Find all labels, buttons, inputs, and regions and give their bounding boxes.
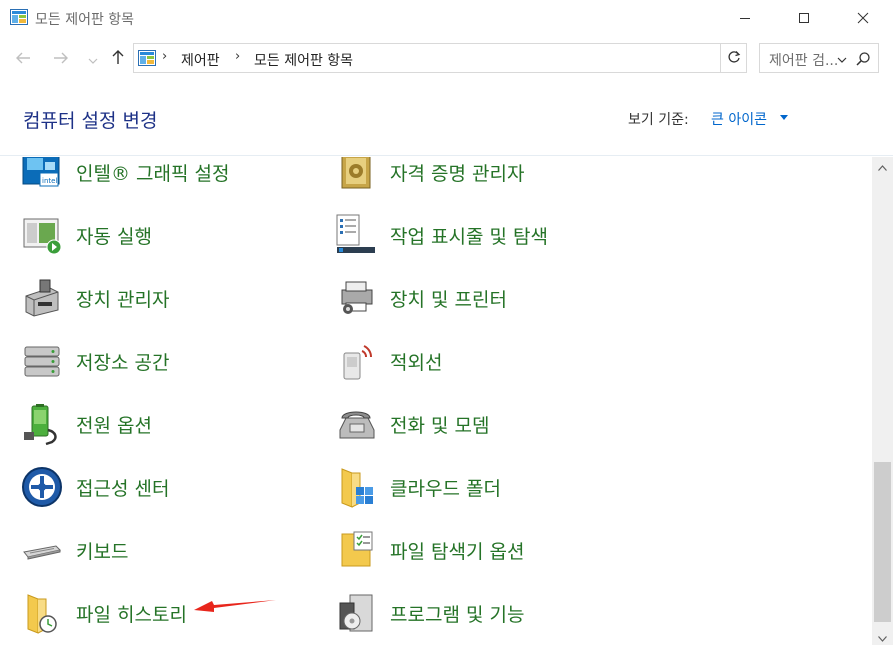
refresh-button[interactable] <box>721 43 747 73</box>
ease-of-access-icon <box>20 465 64 509</box>
item-label: 클라우드 폴더 <box>390 477 501 500</box>
vertical-scrollbar[interactable] <box>872 157 893 645</box>
scrollbar-thumb[interactable] <box>874 462 891 622</box>
item-intel-graphics[interactable]: intel 인텔® 그래픽 설정 <box>20 157 320 195</box>
breadcrumb-separator[interactable]: › <box>162 49 167 64</box>
item-label: 파일 탐색기 옵션 <box>390 540 525 563</box>
work-folders-icon <box>334 465 378 509</box>
arrow-up-icon <box>111 49 125 69</box>
breadcrumb-all-items[interactable]: 모든 제어판 항목 <box>254 50 353 70</box>
control-panel-icon <box>10 9 28 25</box>
arrow-left-icon <box>15 50 31 69</box>
refresh-icon <box>727 49 741 68</box>
programs-features-icon <box>334 591 378 635</box>
phone-modem-icon <box>334 402 378 446</box>
item-storage-spaces[interactable]: 저장소 공간 <box>20 338 320 384</box>
recent-locations-button[interactable] <box>82 48 104 70</box>
title-bar: 모든 제어판 항목 <box>0 0 893 36</box>
maximize-icon <box>798 9 810 28</box>
item-taskbar-navigation[interactable]: 작업 표시줄 및 탐색 <box>334 212 634 258</box>
up-button[interactable] <box>107 48 129 70</box>
caret-up-icon <box>878 156 887 175</box>
item-label: 접근성 센터 <box>76 477 170 500</box>
item-work-folders[interactable]: 클라우드 폴더 <box>334 464 634 510</box>
content-header: 컴퓨터 설정 변경 보기 기준: 큰 아이콘 <box>0 80 893 156</box>
file-explorer-options-icon <box>334 528 378 572</box>
device-manager-icon <box>20 276 64 320</box>
control-panel-items: intel 인텔® 그래픽 설정 자동 실행 장치 관리자 저장소 공간 전원 … <box>0 157 872 645</box>
window-title: 모든 제어판 항목 <box>35 12 135 28</box>
autoplay-icon <box>20 213 64 257</box>
search-placeholder[interactable]: 제어판 검... <box>769 50 838 70</box>
item-ease-of-access[interactable]: 접근성 센터 <box>20 464 320 510</box>
devices-printers-icon <box>334 276 378 320</box>
item-keyboard[interactable]: 키보드 <box>20 527 320 573</box>
search-icon[interactable] <box>855 51 871 67</box>
item-label: 작업 표시줄 및 탐색 <box>390 225 548 248</box>
keyboard-icon <box>20 528 64 572</box>
item-label: 인텔® 그래픽 설정 <box>76 162 230 185</box>
control-panel-window: 모든 제어판 항목 › 제어판 › 모든 제어판 항목 제어판 검... 컴퓨터… <box>0 0 893 645</box>
maximize-button[interactable] <box>781 0 827 36</box>
breadcrumb-separator[interactable]: › <box>235 49 240 64</box>
item-phone-modem[interactable]: 전화 및 모뎀 <box>334 401 634 447</box>
item-label: 전원 옵션 <box>76 414 152 437</box>
close-button[interactable] <box>840 0 886 36</box>
intel-graphics-icon: intel <box>20 157 64 194</box>
item-power-options[interactable]: 전원 옵션 <box>20 401 320 447</box>
item-label: 전화 및 모뎀 <box>390 414 490 437</box>
file-history-icon <box>20 591 64 635</box>
control-panel-icon <box>138 50 156 66</box>
item-label: 장치 관리자 <box>76 288 170 311</box>
annotation-arrow <box>194 600 276 612</box>
item-infrared[interactable]: 적외선 <box>334 338 634 384</box>
caret-down-icon[interactable] <box>780 115 788 120</box>
item-programs-features[interactable]: 프로그램 및 기능 <box>334 590 634 636</box>
view-by-label: 보기 기준: <box>628 112 689 128</box>
forward-button[interactable] <box>50 48 72 70</box>
view-by-dropdown[interactable]: 큰 아이콘 <box>711 109 767 129</box>
minimize-icon <box>739 9 751 28</box>
storage-spaces-icon <box>20 339 64 383</box>
item-label: 자격 증명 관리자 <box>390 162 525 185</box>
infrared-icon <box>334 339 378 383</box>
credential-manager-icon <box>334 157 378 194</box>
item-label: 키보드 <box>76 540 129 563</box>
close-icon <box>857 9 869 28</box>
item-credential-manager[interactable]: 자격 증명 관리자 <box>334 157 634 195</box>
page-title: 컴퓨터 설정 변경 <box>23 110 158 132</box>
item-label: 적외선 <box>390 351 443 374</box>
caret-down-icon <box>878 627 887 645</box>
item-file-explorer-options[interactable]: 파일 탐색기 옵션 <box>334 527 634 573</box>
item-autoplay[interactable]: 자동 실행 <box>20 212 320 258</box>
power-options-icon <box>20 402 64 446</box>
breadcrumb-control-panel[interactable]: 제어판 <box>181 50 220 70</box>
search-box[interactable]: 제어판 검... <box>759 43 879 73</box>
taskbar-icon <box>334 213 378 257</box>
back-button[interactable] <box>12 48 34 70</box>
item-devices-printers[interactable]: 장치 및 프린터 <box>334 275 634 321</box>
item-label: 장치 및 프린터 <box>390 288 507 311</box>
arrow-right-icon <box>53 50 69 69</box>
item-label: 파일 히스토리 <box>76 603 187 626</box>
navigation-bar: › 제어판 › 모든 제어판 항목 제어판 검... <box>0 40 893 78</box>
item-label: 프로그램 및 기능 <box>390 603 525 626</box>
item-label: 저장소 공간 <box>76 351 170 374</box>
address-bar[interactable]: › 제어판 › 모든 제어판 항목 <box>133 43 847 73</box>
scroll-up-button[interactable] <box>872 157 893 174</box>
svg-text:intel: intel <box>42 177 57 185</box>
minimize-button[interactable] <box>722 0 768 36</box>
scroll-down-button[interactable] <box>872 628 893 645</box>
item-label: 자동 실행 <box>76 225 152 248</box>
item-device-manager[interactable]: 장치 관리자 <box>20 275 320 321</box>
chevron-down-icon <box>88 50 98 69</box>
